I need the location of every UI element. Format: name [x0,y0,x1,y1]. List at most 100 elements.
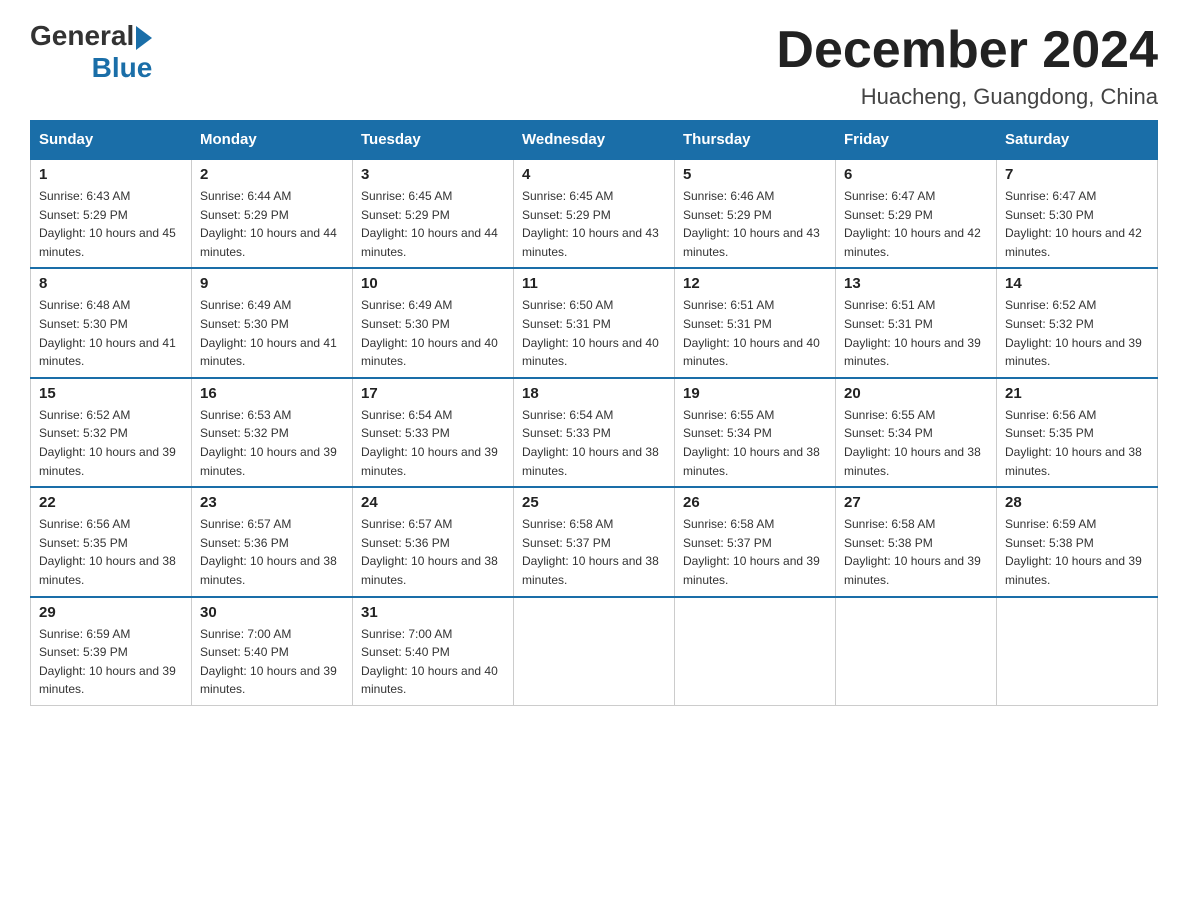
day-number: 20 [844,385,988,402]
day-number: 15 [39,385,183,402]
calendar-cell: 6 Sunrise: 6:47 AMSunset: 5:29 PMDaylight… [836,159,997,268]
calendar-col-friday: Friday [836,121,997,160]
day-number: 13 [844,275,988,292]
day-number: 21 [1005,385,1149,402]
day-info: Sunrise: 6:52 AMSunset: 5:32 PMDaylight:… [1005,296,1149,370]
day-number: 2 [200,166,344,183]
day-number: 8 [39,275,183,292]
day-info: Sunrise: 6:54 AMSunset: 5:33 PMDaylight:… [522,406,666,480]
calendar-cell: 2Sunrise: 6:44 AMSunset: 5:29 PMDaylight… [192,159,353,268]
calendar-cell: 13 Sunrise: 6:51 AMSunset: 5:31 PMDayligh… [836,268,997,377]
day-info: Sunrise: 6:51 AMSunset: 5:31 PMDaylight:… [844,296,988,370]
calendar-cell: 29 Sunrise: 6:59 AMSunset: 5:39 PMDayligh… [31,597,192,706]
calendar-table: SundayMondayTuesdayWednesdayThursdayFrid… [30,120,1158,706]
calendar-cell: 25 Sunrise: 6:58 AMSunset: 5:37 PMDayligh… [514,487,675,596]
day-number: 22 [39,494,183,511]
calendar-week-row: 1Sunrise: 6:43 AMSunset: 5:29 PMDaylight… [31,159,1158,268]
day-info: Sunrise: 6:55 AMSunset: 5:34 PMDaylight:… [683,406,827,480]
day-info: Sunrise: 6:47 AMSunset: 5:30 PMDaylight:… [1005,187,1149,261]
calendar-week-row: 8 Sunrise: 6:48 AMSunset: 5:30 PMDaylight… [31,268,1158,377]
calendar-cell: 21Sunrise: 6:56 AMSunset: 5:35 PMDayligh… [997,378,1158,487]
calendar-col-thursday: Thursday [675,121,836,160]
calendar-cell: 30Sunrise: 7:00 AMSunset: 5:40 PMDayligh… [192,597,353,706]
day-number: 23 [200,494,344,511]
location-title: Huacheng, Guangdong, China [776,84,1158,110]
calendar-cell: 5 Sunrise: 6:46 AMSunset: 5:29 PMDaylight… [675,159,836,268]
day-number: 19 [683,385,827,402]
calendar-col-wednesday: Wednesday [514,121,675,160]
day-number: 4 [522,166,666,183]
day-info: Sunrise: 6:49 AMSunset: 5:30 PMDaylight:… [200,296,344,370]
day-number: 25 [522,494,666,511]
day-number: 6 [844,166,988,183]
day-number: 16 [200,385,344,402]
day-number: 7 [1005,166,1149,183]
day-info: Sunrise: 6:55 AMSunset: 5:34 PMDaylight:… [844,406,988,480]
day-number: 5 [683,166,827,183]
month-title: December 2024 [776,20,1158,80]
calendar-week-row: 15 Sunrise: 6:52 AMSunset: 5:32 PMDayligh… [31,378,1158,487]
day-info: Sunrise: 6:57 AMSunset: 5:36 PMDaylight:… [200,515,344,589]
day-number: 17 [361,385,505,402]
day-number: 27 [844,494,988,511]
day-number: 26 [683,494,827,511]
day-info: Sunrise: 6:51 AMSunset: 5:31 PMDaylight:… [683,296,827,370]
calendar-cell: 10 Sunrise: 6:49 AMSunset: 5:30 PMDayligh… [353,268,514,377]
day-info: Sunrise: 6:56 AMSunset: 5:35 PMDaylight:… [39,515,183,589]
logo-arrow-icon [136,26,152,50]
title-block: December 2024 Huacheng, Guangdong, China [776,20,1158,110]
calendar-cell: 16Sunrise: 6:53 AMSunset: 5:32 PMDayligh… [192,378,353,487]
calendar-cell [836,597,997,706]
calendar-col-tuesday: Tuesday [353,121,514,160]
logo-general-text: General [30,20,134,52]
day-number: 31 [361,604,505,621]
day-info: Sunrise: 6:46 AMSunset: 5:29 PMDaylight:… [683,187,827,261]
day-info: Sunrise: 6:59 AMSunset: 5:39 PMDaylight:… [39,625,183,699]
calendar-cell [997,597,1158,706]
day-number: 30 [200,604,344,621]
day-number: 9 [200,275,344,292]
calendar-week-row: 29 Sunrise: 6:59 AMSunset: 5:39 PMDayligh… [31,597,1158,706]
calendar-cell: 27Sunrise: 6:58 AMSunset: 5:38 PMDayligh… [836,487,997,596]
day-number: 11 [522,275,666,292]
page-header: General Blue December 2024 Huacheng, Gua… [30,20,1158,110]
day-number: 14 [1005,275,1149,292]
calendar-cell: 28Sunrise: 6:59 AMSunset: 5:38 PMDayligh… [997,487,1158,596]
calendar-cell: 17 Sunrise: 6:54 AMSunset: 5:33 PMDayligh… [353,378,514,487]
day-number: 1 [39,166,183,183]
calendar-cell: 3Sunrise: 6:45 AMSunset: 5:29 PMDaylight… [353,159,514,268]
day-number: 24 [361,494,505,511]
day-info: Sunrise: 6:49 AMSunset: 5:30 PMDaylight:… [361,296,505,370]
calendar-header-row: SundayMondayTuesdayWednesdayThursdayFrid… [31,121,1158,160]
calendar-cell: 4 Sunrise: 6:45 AMSunset: 5:29 PMDaylight… [514,159,675,268]
calendar-cell: 26 Sunrise: 6:58 AMSunset: 5:37 PMDayligh… [675,487,836,596]
calendar-cell: 24 Sunrise: 6:57 AMSunset: 5:36 PMDayligh… [353,487,514,596]
calendar-cell: 20 Sunrise: 6:55 AMSunset: 5:34 PMDayligh… [836,378,997,487]
calendar-cell [514,597,675,706]
calendar-cell: 18 Sunrise: 6:54 AMSunset: 5:33 PMDayligh… [514,378,675,487]
logo: General Blue [30,20,152,80]
calendar-cell [675,597,836,706]
calendar-cell: 23 Sunrise: 6:57 AMSunset: 5:36 PMDayligh… [192,487,353,596]
calendar-cell: 15 Sunrise: 6:52 AMSunset: 5:32 PMDayligh… [31,378,192,487]
day-number: 29 [39,604,183,621]
day-info: Sunrise: 6:58 AMSunset: 5:37 PMDaylight:… [522,515,666,589]
day-info: Sunrise: 6:48 AMSunset: 5:30 PMDaylight:… [39,296,183,370]
calendar-cell: 19 Sunrise: 6:55 AMSunset: 5:34 PMDayligh… [675,378,836,487]
day-info: Sunrise: 6:54 AMSunset: 5:33 PMDaylight:… [361,406,505,480]
calendar-cell: 12Sunrise: 6:51 AMSunset: 5:31 PMDayligh… [675,268,836,377]
day-info: Sunrise: 6:59 AMSunset: 5:38 PMDaylight:… [1005,515,1149,589]
calendar-cell: 31 Sunrise: 7:00 AMSunset: 5:40 PMDayligh… [353,597,514,706]
calendar-col-monday: Monday [192,121,353,160]
day-info: Sunrise: 6:57 AMSunset: 5:36 PMDaylight:… [361,515,505,589]
calendar-cell: 1Sunrise: 6:43 AMSunset: 5:29 PMDaylight… [31,159,192,268]
day-number: 18 [522,385,666,402]
calendar-cell: 8 Sunrise: 6:48 AMSunset: 5:30 PMDaylight… [31,268,192,377]
day-info: Sunrise: 7:00 AMSunset: 5:40 PMDaylight:… [361,625,505,699]
day-info: Sunrise: 6:47 AMSunset: 5:29 PMDaylight:… [844,187,988,261]
calendar-week-row: 22 Sunrise: 6:56 AMSunset: 5:35 PMDayligh… [31,487,1158,596]
day-info: Sunrise: 6:52 AMSunset: 5:32 PMDaylight:… [39,406,183,480]
day-info: Sunrise: 6:45 AMSunset: 5:29 PMDaylight:… [522,187,666,261]
day-number: 10 [361,275,505,292]
day-info: Sunrise: 6:58 AMSunset: 5:37 PMDaylight:… [683,515,827,589]
